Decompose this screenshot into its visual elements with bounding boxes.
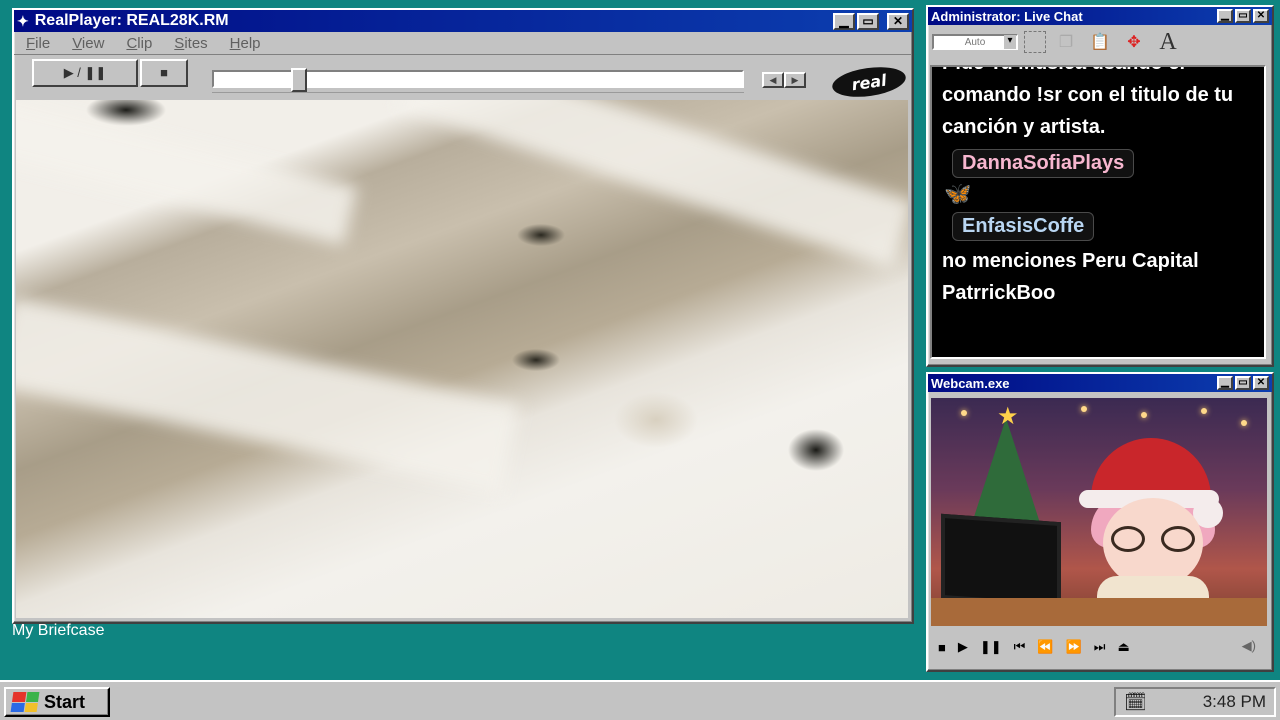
skip-back-icon[interactable]: ⏮ [1014,639,1026,655]
seek-bar[interactable] [212,68,744,92]
menu-view[interactable]: View [72,35,104,52]
font-tool-icon[interactable]: A [1154,28,1182,56]
video-display[interactable] [16,100,908,618]
skip-forward-icon[interactable]: ⏭ [1094,639,1106,655]
realplayer-window: ✦ RealPlayer: REAL28K.RM ▁ ▭ ✕ File View… [12,8,914,624]
realplayer-app-icon: ✦ [17,12,29,29]
realplayer-title: RealPlayer: REAL28K.RM [34,12,229,29]
chat-titlebar[interactable]: Administrator: Live Chat ▁ ▭ ✕ [928,7,1272,25]
copy-tool-icon[interactable]: ❐ [1052,28,1080,56]
chat-messages[interactable]: Pide Tu Musica usando el comando !sr con… [930,65,1266,359]
menu-help[interactable]: Help [230,35,261,52]
stop-icon[interactable]: ■ [938,640,946,655]
font-size-select[interactable]: Auto [932,34,1018,50]
webcam-title: Webcam.exe [931,375,1010,391]
live-chat-window: Administrator: Live Chat ▁ ▭ ✕ Auto ❐ 📋 … [926,5,1274,367]
close-button[interactable]: ✕ [887,12,909,30]
selection-tool-icon[interactable] [1024,31,1046,53]
chat-title: Administrator: Live Chat [931,8,1083,24]
start-label: Start [44,691,86,712]
tree-star-icon: ★ [997,403,1019,430]
webcam-controls: ■ ▶ ❚❚ ⏮ ⏪ ⏩ ⏭ ⏏ [938,636,1264,658]
menu-bar: File View Clip Sites Help [14,32,912,54]
menu-file[interactable]: File [26,35,50,52]
eject-icon[interactable]: ⏏ [1117,639,1129,655]
realplayer-titlebar[interactable]: ✦ RealPlayer: REAL28K.RM ▁ ▭ ✕ [14,10,912,32]
chat-close-button[interactable]: ✕ [1253,9,1269,23]
chat-minimize-button[interactable]: ▁ [1217,9,1233,23]
start-button[interactable]: Start [4,687,110,717]
chat-toolbar: Auto ❐ 📋 ✥ A [928,25,1272,59]
volume-icon[interactable]: ◀) [1242,638,1256,654]
webcam-maximize-button[interactable]: ▭ [1235,376,1251,390]
minimize-button[interactable]: ▁ [833,12,855,30]
scheduler-icon[interactable]: 🗓 [1124,692,1158,713]
next-clip-button[interactable]: ▶ [784,72,806,88]
seek-ticks [212,92,744,96]
clip-nav-buttons: ◀ ▶ [762,72,806,88]
webcam-window: Webcam.exe ▁ ▭ ✕ ★ ■ ▶ ❚❚ ⏮ ⏪ ⏩ ⏭ ⏏ ◀) [926,372,1274,672]
stop-button[interactable]: ■ [140,58,188,87]
glasses-illustration [1111,526,1195,552]
santa-hat-illustration [1091,438,1211,498]
rewind-icon[interactable]: ⏪ [1037,639,1053,655]
menu-sites[interactable]: Sites [174,35,207,52]
my-briefcase-label[interactable]: My Briefcase [12,622,104,640]
maximize-button[interactable]: ▭ [857,12,879,30]
paste-tool-icon[interactable]: 📋 [1086,28,1114,56]
monitor-illustration [941,513,1061,608]
chat-message: PatrrickBoo [942,282,1056,304]
chat-username[interactable]: DannaSofiaPlays [952,149,1135,178]
seek-thumb[interactable] [291,68,307,92]
webcam-titlebar[interactable]: Webcam.exe ▁ ▭ ✕ [928,374,1272,392]
windows-logo-icon [10,692,40,712]
move-tool-icon[interactable]: ✥ [1120,28,1148,56]
chat-message-partial: Pide Tu Musica usando el [942,67,1254,79]
webcam-close-button[interactable]: ✕ [1253,376,1269,390]
font-size-value: Auto [964,36,986,48]
webcam-feed: ★ [931,398,1267,626]
pause-icon[interactable]: ❚❚ [980,639,1002,655]
chat-username[interactable]: EnfasisCoffe [952,212,1095,241]
butterfly-emote-icon: 🦋 [944,181,972,206]
taskbar: Start 🗓 3:48 PM [0,680,1280,720]
chat-message: comando !sr con el titulo de tu canción … [942,84,1234,138]
play-icon[interactable]: ▶ [958,639,968,655]
desk-illustration [931,598,1267,626]
chat-message: no menciones Peru Capital [942,250,1199,272]
chat-maximize-button[interactable]: ▭ [1235,9,1251,23]
clock[interactable]: 3:48 PM [1158,692,1266,712]
play-pause-button[interactable]: ▶ / ❚❚ [32,58,138,87]
menu-clip[interactable]: Clip [126,35,152,52]
previous-clip-button[interactable]: ◀ [762,72,784,88]
fast-forward-icon[interactable]: ⏩ [1066,639,1082,655]
webcam-minimize-button[interactable]: ▁ [1217,376,1233,390]
system-tray: 🗓 3:48 PM [1114,687,1276,717]
